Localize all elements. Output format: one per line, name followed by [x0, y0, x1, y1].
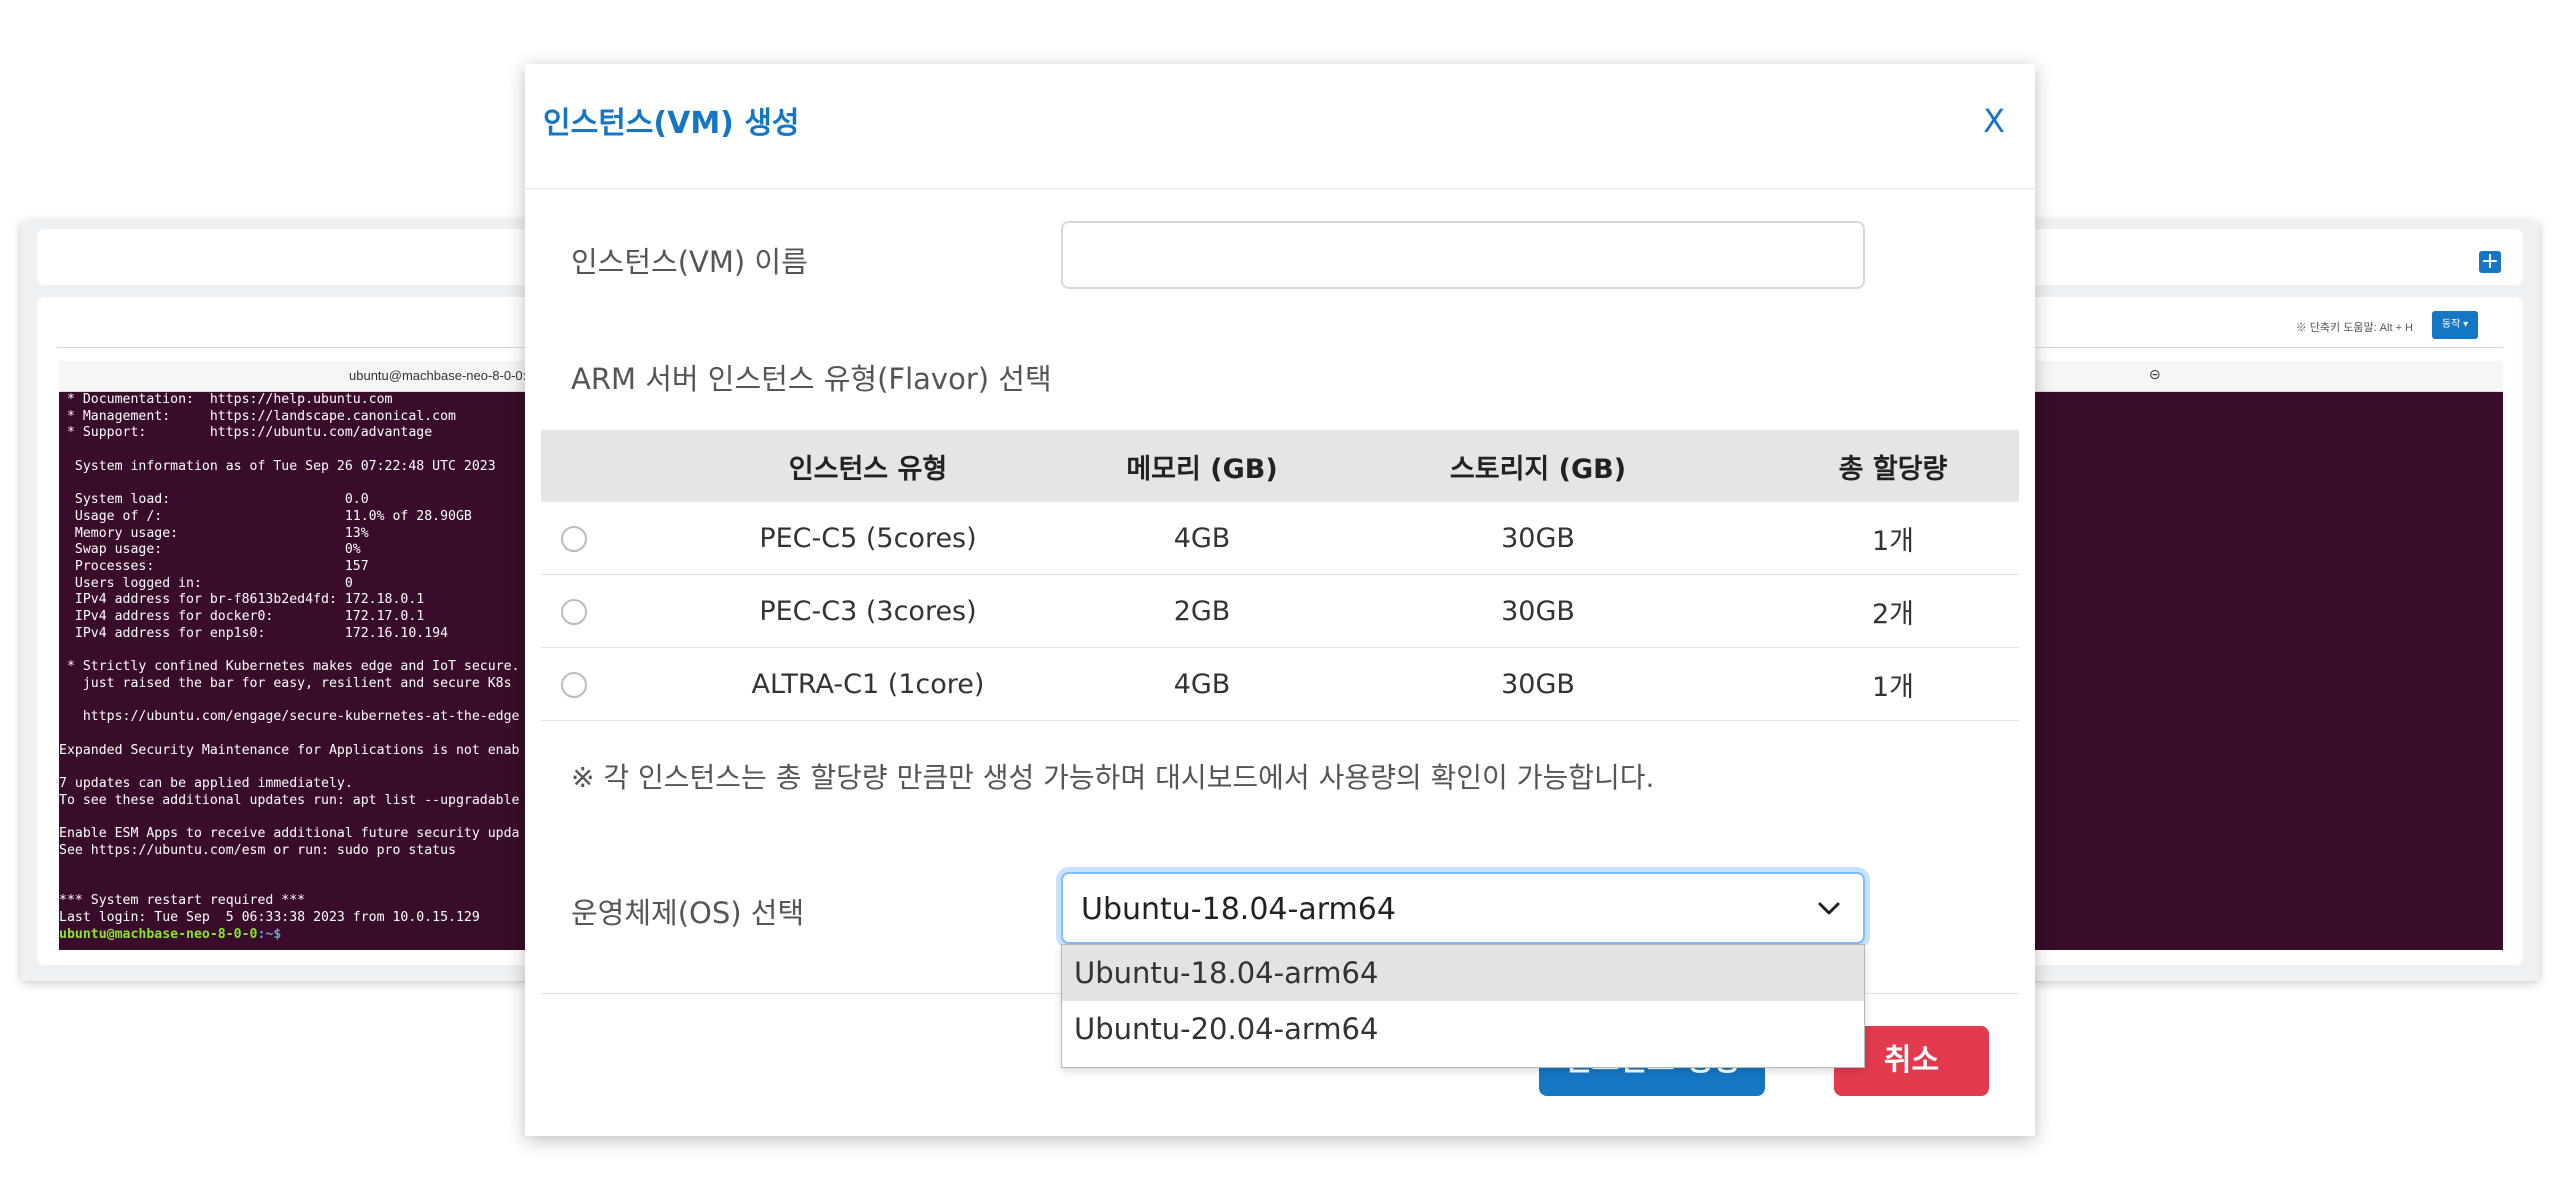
terminal-line: IPv4 address for docker0: 172.17.0.1	[74, 609, 425, 625]
terminal-line: To see these additional updates run: apt…	[59, 792, 520, 808]
terminal-line: 7 updates can be applied immediately.	[59, 776, 353, 792]
flavor-storage: 30GB	[1309, 647, 1767, 721]
flavor-radio[interactable]	[561, 672, 587, 698]
terminal-line: Memory usage: 13%	[74, 525, 369, 541]
terminal-output: * Documentation: https://help.ubuntu.com…	[59, 392, 520, 943]
flavor-table-header: 인스턴스 유형 메모리 (GB) 스토리지 (GB) 총 할당량	[541, 430, 2019, 502]
table-row[interactable]: PEC-C3 (3cores) 2GB 30GB 2개	[541, 574, 2019, 648]
terminal-line: IPv4 address for enp1s0: 172.16.10.194	[74, 625, 449, 641]
column-header-select	[541, 430, 641, 502]
terminal-line: Expanded Security Maintenance for Applic…	[59, 742, 520, 758]
flavor-radio[interactable]	[561, 599, 587, 625]
flavor-table: 인스턴스 유형 메모리 (GB) 스토리지 (GB) 총 할당량 PEC-C5 …	[541, 430, 2019, 721]
os-select[interactable]: Ubuntu-18.04-arm64	[1061, 872, 1865, 944]
terminal-line: Swap usage: 0%	[74, 542, 361, 558]
os-option-ubuntu-20[interactable]: Ubuntu-20.04-arm64	[1062, 1001, 1864, 1057]
terminal-line: *** System restart required ***	[59, 893, 306, 909]
flavor-storage: 30GB	[1309, 502, 1767, 575]
terminal-line: See https://ubuntu.com/esm or run: sudo …	[59, 842, 456, 858]
table-row[interactable]: ALTRA-C1 (1core) 4GB 30GB 1개	[541, 647, 2019, 721]
terminal-close-icon[interactable]: ⊝	[2149, 366, 2161, 383]
os-dropdown-list: Ubuntu-18.04-arm64 Ubuntu-20.04-arm64	[1061, 944, 1865, 1068]
flavor-quota: 1개	[1767, 502, 2019, 575]
prompt-user: ubuntu@machbase-neo-8-0-0	[59, 926, 258, 942]
flavor-quota: 1개	[1767, 647, 2019, 721]
flavor-memory: 2GB	[1095, 574, 1309, 648]
os-label: 운영체제(OS) 선택	[571, 896, 805, 930]
os-option-ubuntu-18[interactable]: Ubuntu-18.04-arm64	[1062, 945, 1864, 1001]
flavor-label: ARM 서버 인스턴스 유형(Flavor) 선택	[571, 362, 1052, 396]
flavor-storage: 30GB	[1309, 574, 1767, 648]
flavor-type: ALTRA-C1 (1core)	[641, 647, 1095, 721]
shortcut-hint: ※ 단축키 도움말: Alt + H	[2295, 322, 2413, 334]
flavor-memory: 4GB	[1095, 502, 1309, 575]
terminal-line: System load: 0.0	[74, 492, 369, 508]
terminal-line: Enable ESM Apps to receive additional fu…	[59, 826, 520, 842]
terminal-line: Usage of /: 11.0% of 28.90GB	[74, 508, 472, 524]
terminal-title: ubuntu@machbase-neo-8-0-0:	[349, 368, 527, 383]
modal-title: 인스턴스(VM) 생성	[543, 106, 800, 141]
chevron-down-icon	[1818, 902, 1840, 915]
terminal-line: * Strictly confined Kubernetes makes edg…	[66, 659, 520, 675]
create-instance-modal: 인스턴스(VM) 생성 X 인스턴스(VM) 이름 ARM 서버 인스턴스 유형…	[525, 64, 2035, 1136]
terminal-line: IPv4 address for br-f8613b2ed4fd: 172.18…	[74, 592, 425, 608]
table-row[interactable]: PEC-C5 (5cores) 4GB 30GB 1개	[541, 502, 2019, 575]
terminal-line: Processes: 157	[74, 559, 369, 575]
flavor-memory: 4GB	[1095, 647, 1309, 721]
os-select-value: Ubuntu-18.04-arm64	[1081, 892, 1396, 927]
terminal-line: Last login: Tue Sep 5 06:33:38 2023 from…	[59, 909, 480, 925]
terminal-line: System information as of Tue Sep 26 07:2…	[74, 458, 496, 474]
terminal-line: Users logged in: 0	[74, 575, 353, 591]
prompt-path: :~$	[257, 926, 282, 942]
column-header-type: 인스턴스 유형	[641, 430, 1095, 502]
flavor-quota: 2개	[1767, 574, 2019, 648]
column-header-storage: 스토리지 (GB)	[1309, 430, 1767, 502]
close-icon[interactable]: X	[1983, 102, 2005, 140]
flavor-type: PEC-C3 (3cores)	[641, 574, 1095, 648]
column-header-memory: 메모리 (GB)	[1095, 430, 1309, 502]
quota-note: ※ 각 인스턴스는 총 할당량 만큼만 생성 가능하며 대시보드에서 사용량의 …	[571, 761, 1655, 794]
column-header-quota: 총 할당량	[1767, 430, 2019, 502]
terminal-line: * Management: https://landscape.canonica…	[66, 408, 456, 424]
flavor-radio[interactable]	[561, 526, 587, 552]
instance-name-input[interactable]	[1061, 221, 1865, 289]
modal-header: 인스턴스(VM) 생성 X	[525, 64, 2035, 189]
terminal-line: * Documentation: https://help.ubuntu.com	[66, 392, 393, 407]
terminal-line: https://ubuntu.com/engage/secure-kuberne…	[82, 709, 520, 725]
instance-name-label: 인스턴스(VM) 이름	[571, 245, 808, 279]
terminal-line: * Support: https://ubuntu.com/advantage	[66, 425, 433, 441]
add-button[interactable]: +	[2479, 251, 2501, 273]
action-dropdown-button[interactable]: 동작 ▾	[2432, 311, 2478, 339]
flavor-type: PEC-C5 (5cores)	[641, 502, 1095, 575]
terminal-line: just raised the bar for easy, resilient …	[82, 675, 512, 691]
